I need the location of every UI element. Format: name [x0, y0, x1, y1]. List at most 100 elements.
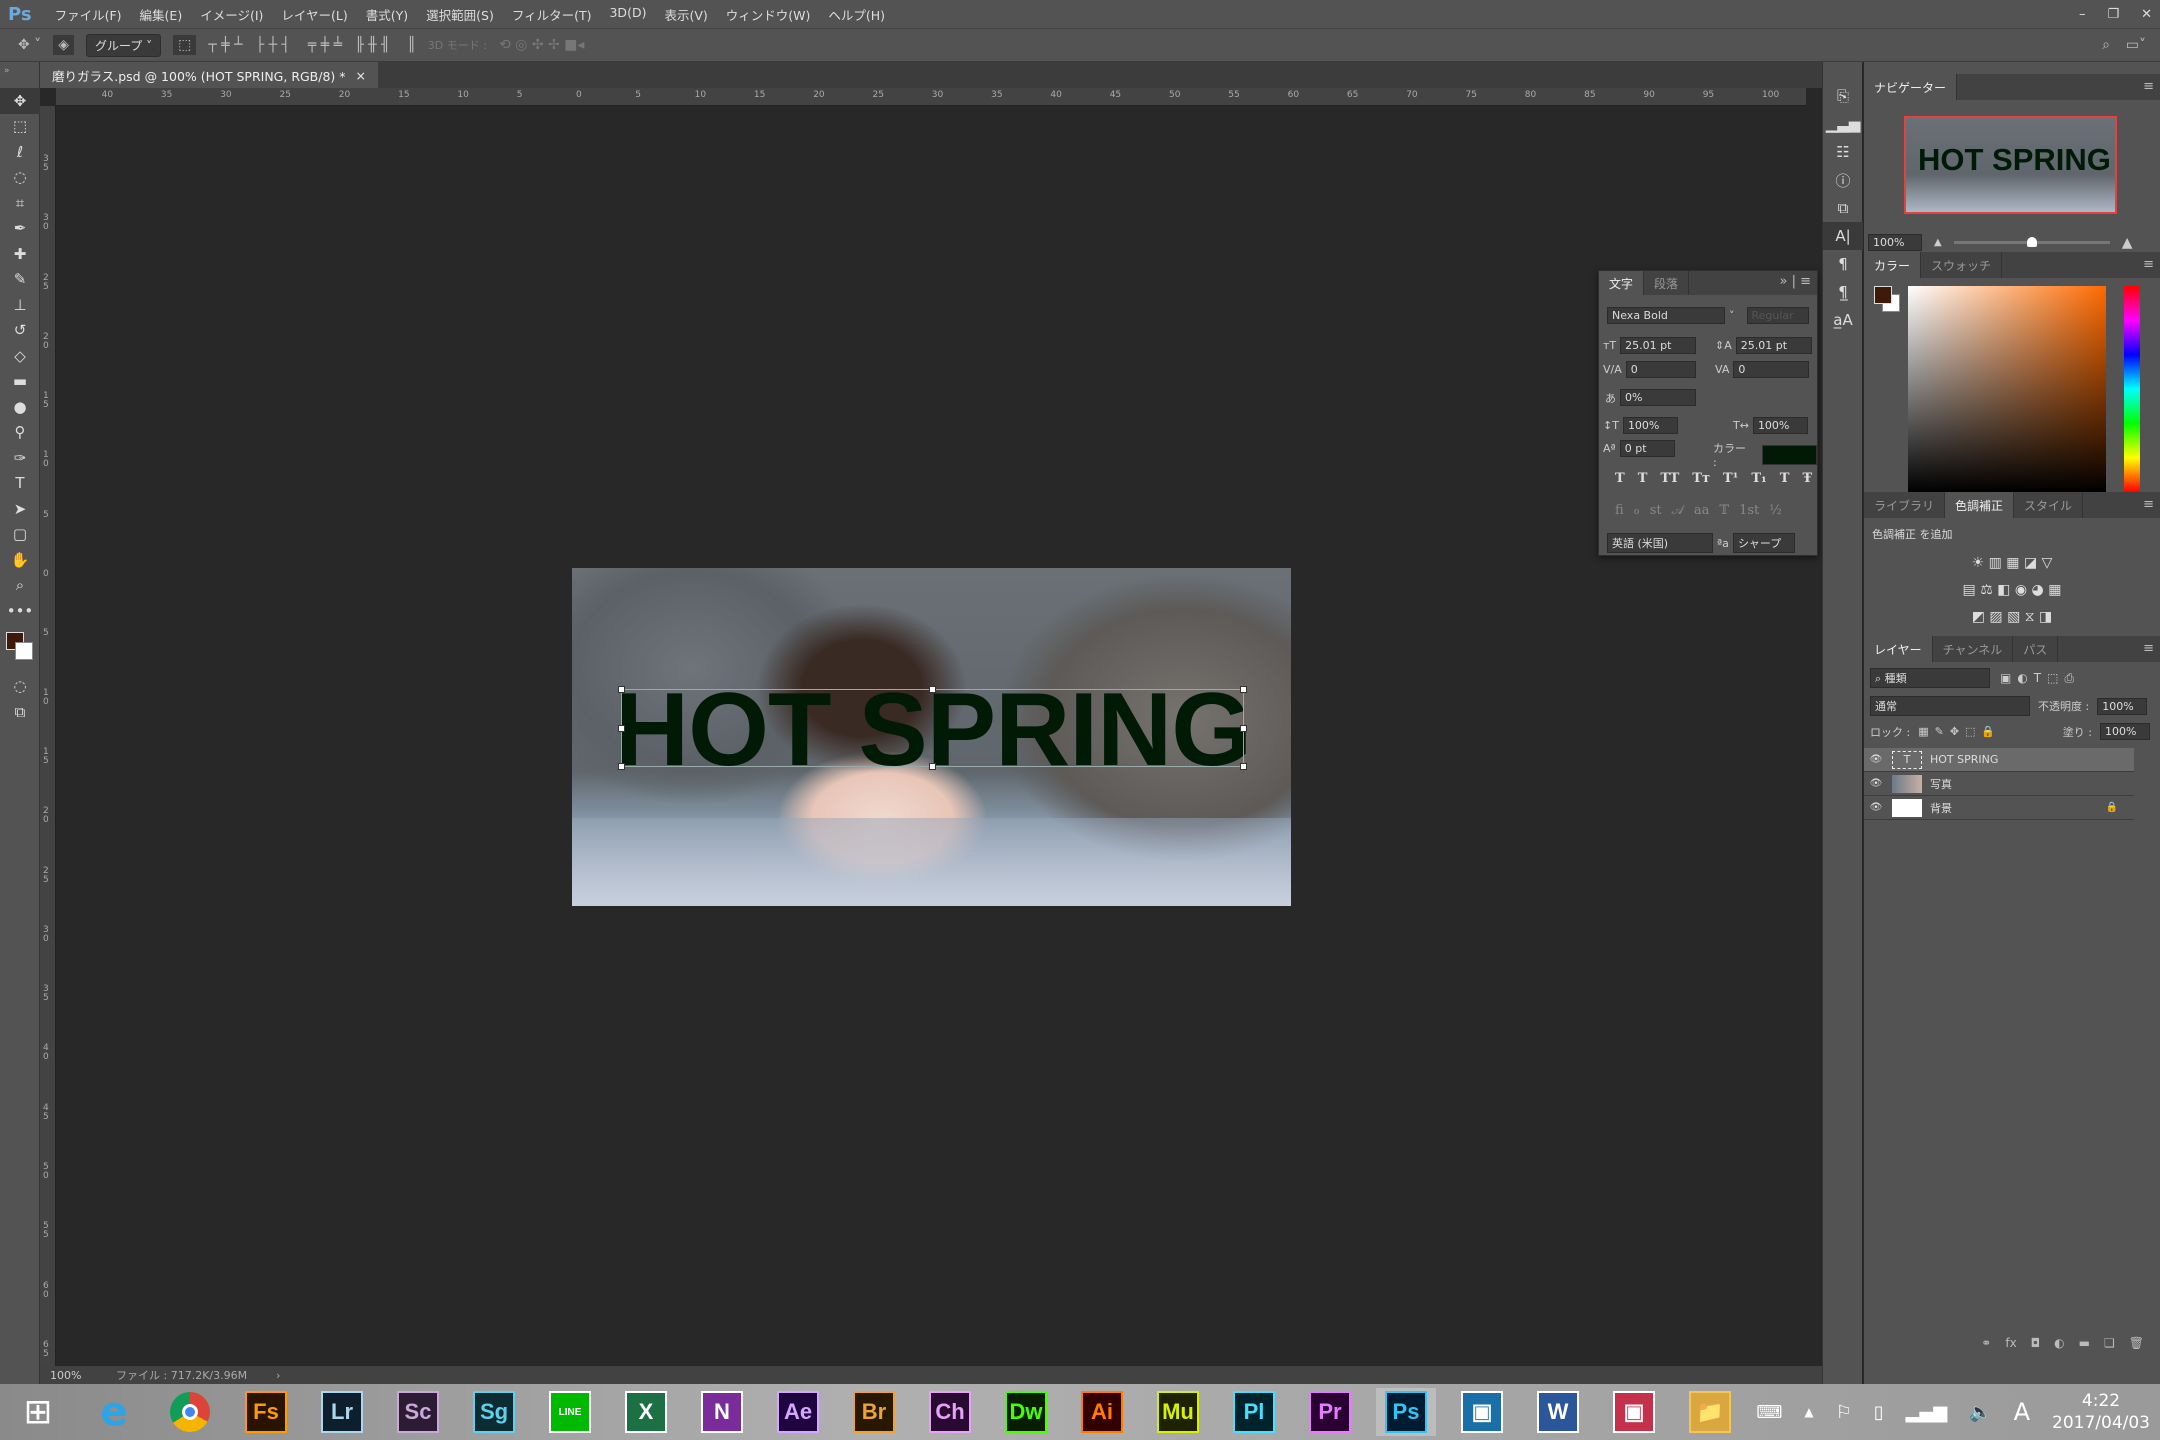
taskbar-app-pr[interactable]: Pr [1300, 1388, 1360, 1436]
text-style-button[interactable]: Ŧ [1802, 471, 1812, 486]
taskbar-app-▣[interactable]: ▣ [1604, 1388, 1664, 1436]
visibility-eye-icon[interactable]: 👁 [1864, 754, 1888, 765]
taskbar-app-line[interactable]: LINE [540, 1388, 600, 1436]
panel-menu-icon[interactable]: ≡ [2143, 257, 2154, 272]
clock[interactable]: 4:22 2017/04/03 [2052, 1390, 2150, 1434]
tab-libraries[interactable]: ライブラリ [1864, 492, 1946, 518]
leading-field[interactable]: 25.01 pt [1735, 337, 1812, 354]
close-tab-icon[interactable]: × [356, 68, 366, 83]
transform-handle[interactable] [618, 686, 625, 693]
layer-filter-icons[interactable]: ▣◐T⬚⎙ [2000, 671, 2080, 686]
lock-icon[interactable]: 🔒 [2106, 802, 2118, 813]
character-panel-icon[interactable]: A| [1823, 222, 1863, 250]
status-zoom[interactable]: 100% [40, 1369, 81, 1382]
taskbar-app-sg[interactable]: Sg [464, 1388, 524, 1436]
menu-item[interactable]: 3D(D) [600, 5, 655, 24]
text-style-button[interactable]: Tт [1692, 471, 1710, 486]
taskbar-app-ps[interactable]: Ps [1376, 1388, 1436, 1436]
collapse-icon[interactable]: » [0, 62, 39, 88]
hue-slider[interactable] [2124, 286, 2140, 492]
tab-swatches[interactable]: スウォッチ [1921, 252, 2003, 278]
quick-mask-icon[interactable]: ◌ [0, 674, 40, 700]
transform-controls-checkbox[interactable]: ⬚ [173, 35, 197, 55]
3d-mode-icons[interactable]: ⟲ ◎ ✣ ✢ ■◂ [499, 37, 584, 53]
shape-tool-icon[interactable]: ▢ [0, 522, 40, 548]
move-tool-preset-icon[interactable]: ✥ ˅ [18, 37, 41, 53]
gradient-tool-icon[interactable]: ▬ [0, 369, 40, 395]
keyboard-icon[interactable]: ⌨ [1756, 1402, 1782, 1423]
font-style-select[interactable]: Regular [1746, 307, 1809, 324]
background-color[interactable] [15, 641, 33, 660]
signal-icon[interactable]: ▂▄▆ [1906, 1402, 1948, 1423]
layer-footer-icon[interactable]: 🗑 [2129, 1336, 2144, 1350]
path-select-tool-icon[interactable]: ➤ [0, 496, 40, 522]
histogram-icon[interactable]: ▁▃▅ [1823, 110, 1863, 138]
layer-footer-icon[interactable]: ◐ [2054, 1336, 2064, 1350]
tab-layers[interactable]: レイヤー [1864, 636, 1933, 662]
tab-color[interactable]: カラー [1864, 252, 1922, 278]
text-style-button[interactable]: T₁ [1751, 471, 1766, 486]
layer-footer-icon[interactable]: ⚭ [1981, 1336, 1991, 1350]
align-icons[interactable]: ┬ ╪ ┴ ├ ┼ ┤ ╤ ╪ ╧ ╟ ╫ ╢ ║ [208, 37, 415, 53]
tab-paragraph[interactable]: 段落 [1644, 271, 1690, 295]
opentype-button[interactable]: st [1650, 503, 1662, 518]
baseline-shift-field[interactable]: 0 pt [1619, 440, 1675, 457]
layer-row[interactable]: 👁 T HOT SPRING [1864, 748, 2134, 772]
more-tool-icon[interactable]: ••• [0, 598, 40, 624]
stamp-tool-icon[interactable]: ⊥ [0, 292, 40, 318]
menu-item[interactable]: 表示(V) [655, 5, 716, 24]
layer-filter-select[interactable]: ⌕ 種類 [1870, 668, 1990, 688]
paragraph-styles-icon[interactable]: ¶̲ [1823, 278, 1863, 306]
close-button[interactable]: ✕ [2141, 7, 2152, 22]
taskbar-app-ae[interactable]: Ae [768, 1388, 828, 1436]
taskbar-app-n[interactable]: N [692, 1388, 752, 1436]
zoom-tool-icon[interactable]: ⌕ [0, 573, 40, 599]
transform-handle[interactable] [618, 725, 625, 732]
transform-bounding-box[interactable] [618, 686, 1247, 770]
antialias-select[interactable]: シャープ [1732, 533, 1795, 553]
history-icon[interactable]: ⎘ [1823, 82, 1863, 110]
zoom-in-icon[interactable]: ▲ [2122, 235, 2133, 251]
workspace-icon[interactable]: ▭˅ [2126, 37, 2146, 53]
transform-handle[interactable] [929, 763, 936, 770]
properties-icon[interactable]: ☷ [1823, 138, 1863, 166]
taskbar-app-br[interactable]: Br [844, 1388, 904, 1436]
dodge-tool-icon[interactable]: ⚲ [0, 420, 40, 446]
brush-tool-icon[interactable]: ✎ [0, 267, 40, 293]
ie-icon[interactable]: e [84, 1388, 144, 1436]
show-hidden-icons[interactable]: ▲ [1804, 1405, 1813, 1419]
text-style-button[interactable]: TT [1660, 471, 1679, 486]
minimize-button[interactable]: – [2079, 7, 2086, 22]
layer-footer-icon[interactable]: ❏ [2104, 1336, 2115, 1350]
lasso-tool-icon[interactable]: ℓ [0, 139, 40, 165]
taskbar-app-mu[interactable]: Mu [1148, 1388, 1208, 1436]
auto-select-checkbox[interactable]: ◈ [53, 35, 74, 55]
menu-item[interactable]: ウィンドウ(W) [717, 5, 820, 24]
menu-item[interactable]: フィルター(T) [503, 5, 601, 24]
menu-item[interactable]: イメージ(I) [191, 5, 272, 24]
paragraph-panel-icon[interactable]: ¶ [1823, 250, 1863, 278]
menu-item[interactable]: 書式(Y) [357, 5, 417, 24]
layer-footer-icon[interactable]: ◘ [2031, 1336, 2041, 1350]
layer-row[interactable]: 👁 背景 🔒 [1864, 796, 2134, 820]
menu-item[interactable]: ヘルプ(H) [819, 5, 894, 24]
opentype-button[interactable]: aa [1694, 503, 1710, 518]
crop-tool-icon[interactable]: ⌗ [0, 190, 40, 216]
info-icon[interactable]: ⓘ [1823, 166, 1863, 194]
taskbar-app-fs[interactable]: Fs [236, 1388, 296, 1436]
restore-button[interactable]: ❐ [2107, 7, 2119, 22]
transform-handle[interactable] [618, 763, 625, 770]
panel-menu-icon[interactable]: ≡ [2143, 79, 2154, 94]
tab-channels[interactable]: チャンネル [1933, 636, 2014, 662]
opacity-field[interactable]: 100% [2097, 697, 2148, 715]
battery-icon[interactable]: ▯ [1874, 1402, 1884, 1423]
eyedropper-tool-icon[interactable]: ✒ [0, 216, 40, 242]
history-brush-tool-icon[interactable]: ↺ [0, 318, 40, 344]
opentype-button[interactable]: ½ [1769, 503, 1782, 518]
marquee-tool-icon[interactable]: ⬚ [0, 114, 40, 140]
navigator-thumbnail[interactable]: HOT SPRING [1904, 116, 2117, 214]
taskbar-app-x[interactable]: X [616, 1388, 676, 1436]
foreground-color-swatch[interactable] [1874, 286, 1892, 304]
visibility-eye-icon[interactable]: 👁 [1864, 778, 1888, 789]
transform-handle[interactable] [1240, 725, 1247, 732]
